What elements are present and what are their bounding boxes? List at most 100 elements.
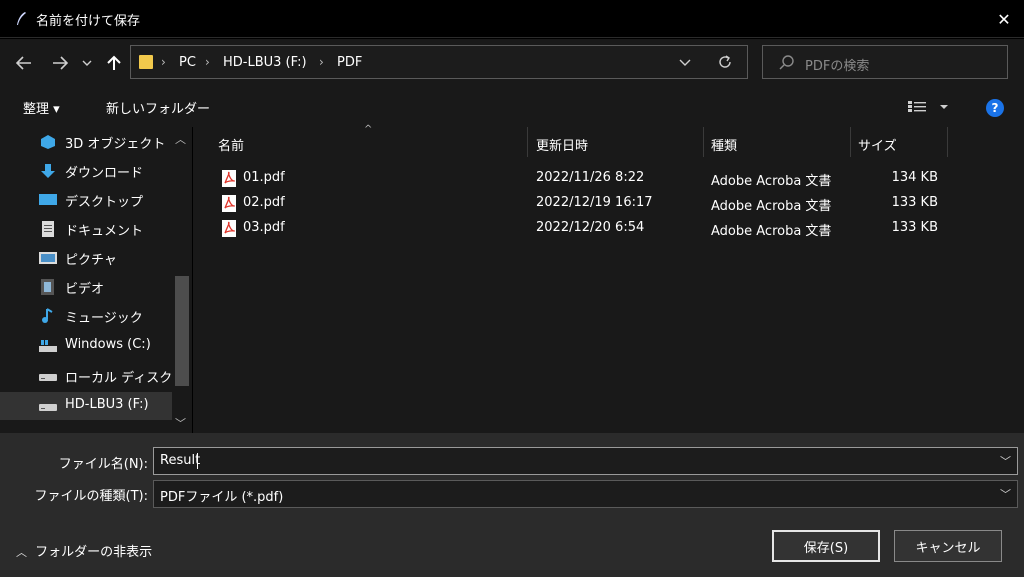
file-row[interactable]: 03.pdf 2022/12/20 6:54 Adobe Acroba 文書 1… [210, 217, 950, 241]
sidebar-item-label: 3D オブジェクト [65, 137, 166, 152]
sidebar-item-windows-c[interactable]: Windows (C:) [0, 332, 172, 360]
sidebar-item-label: HD-LBU3 (F:) [65, 397, 149, 412]
window-title: 名前を付けて保存 [36, 14, 141, 29]
breadcrumb-pc[interactable]: PC [179, 55, 196, 70]
back-button[interactable] [12, 51, 36, 75]
text-caret [197, 453, 198, 469]
desktop-icon [38, 192, 58, 208]
search-box[interactable]: PDFの検索 [762, 45, 1008, 79]
change-view-button[interactable] [906, 97, 952, 117]
sidebar-item-pictures[interactable]: ピクチャ [0, 244, 172, 272]
folder-icon [139, 54, 153, 70]
forward-button[interactable] [48, 51, 72, 75]
refresh-icon [719, 55, 731, 68]
file-row[interactable]: 01.pdf 2022/11/26 8:22 Adobe Acroba 文書 1… [210, 167, 950, 191]
filename-label: ファイル名(N): [58, 457, 148, 472]
file-date: 2022/12/20 6:54 [536, 220, 645, 235]
search-icon [779, 54, 795, 74]
cube-3d-icon [38, 134, 58, 150]
filetype-label: ファイルの種類(T): [34, 489, 148, 504]
breadcrumb-separator-icon: › [319, 55, 324, 69]
sidebar-item-videos[interactable]: ビデオ [0, 273, 172, 301]
up-button[interactable] [102, 51, 126, 75]
back-arrow-icon [16, 56, 31, 70]
file-size: 134 KB [891, 170, 938, 185]
column-header-date[interactable]: 更新日時 [536, 135, 588, 154]
cancel-button[interactable]: キャンセル [894, 530, 1002, 562]
file-type: Adobe Acroba 文書 [711, 224, 832, 239]
refresh-button[interactable] [717, 54, 733, 74]
breadcrumb-pdf[interactable]: PDF [337, 55, 362, 70]
chevron-down-icon [679, 59, 691, 66]
sidebar-item-label: ミュージック [65, 311, 143, 326]
file-name: 02.pdf [243, 195, 285, 210]
filename-field[interactable]: Result ﹀ [153, 447, 1018, 475]
help-button[interactable]: ? [986, 99, 1004, 117]
column-divider[interactable] [703, 127, 704, 157]
column-header-type[interactable]: 種類 [711, 135, 737, 154]
close-button[interactable]: ✕ [990, 6, 1018, 32]
breadcrumb-separator-icon: › [161, 55, 166, 69]
sidebar-item-music[interactable]: ミュージック [0, 302, 172, 330]
search-input[interactable]: PDFの検索 [805, 55, 869, 74]
pictures-icon [38, 250, 58, 266]
file-name: 03.pdf [243, 220, 285, 235]
forward-arrow-icon [53, 56, 68, 70]
download-arrow-icon [38, 163, 58, 179]
sort-ascending-icon: ^ [364, 124, 373, 135]
file-date: 2022/11/26 8:22 [536, 170, 645, 185]
quill-icon [14, 11, 28, 27]
sidebar-item-downloads[interactable]: ダウンロード [0, 157, 172, 185]
help-icon: ? [991, 101, 999, 115]
address-bar[interactable]: › PC › HD-LBU3 (F:) › PDF [130, 45, 748, 79]
music-note-icon [38, 308, 58, 324]
breadcrumb-drive[interactable]: HD-LBU3 (F:) [223, 55, 307, 70]
file-name: 01.pdf [243, 170, 285, 185]
column-divider[interactable] [947, 127, 948, 157]
scroll-down-icon[interactable]: ﹀ [175, 415, 186, 431]
document-icon [38, 221, 58, 237]
sidebar-item-hd-lbu3-f[interactable]: HD-LBU3 (F:) [0, 392, 172, 420]
hide-folders-button[interactable]: ︿ フォルダーの非表示 [16, 541, 152, 560]
drive-icon [38, 368, 58, 384]
sidebar-item-label: ドキュメント [65, 224, 144, 239]
sidebar-item-local-disk-d[interactable]: ローカル ディスク (D [0, 362, 191, 390]
pdf-file-icon [222, 195, 236, 212]
save-button[interactable]: 保存(S) [772, 530, 880, 562]
file-type: Adobe Acroba 文書 [711, 174, 832, 189]
recent-locations-button[interactable] [78, 51, 96, 75]
filename-value: Result [160, 453, 201, 468]
file-row[interactable]: 02.pdf 2022/12/19 16:17 Adobe Acroba 文書 … [210, 192, 950, 216]
sidebar-item-label: ビデオ [65, 282, 105, 297]
breadcrumb-separator-icon: › [205, 55, 210, 69]
pdf-file-icon [222, 170, 236, 187]
sidebar-item-documents[interactable]: ドキュメント [0, 215, 172, 243]
column-divider[interactable] [850, 127, 851, 157]
scrollbar-thumb[interactable] [175, 276, 189, 386]
organize-menu-button[interactable]: 整理 ▾ [23, 98, 60, 117]
pdf-file-icon [222, 220, 236, 237]
view-list-icon [908, 101, 948, 112]
close-icon: ✕ [997, 9, 1011, 29]
file-size: 133 KB [891, 195, 938, 210]
filetype-value: PDFファイル (*.pdf) [160, 490, 284, 505]
address-dropdown-button[interactable] [679, 54, 691, 74]
sidebar-item-label: ダウンロード [65, 166, 144, 181]
file-size: 133 KB [891, 220, 938, 235]
column-header-name[interactable]: 名前 [218, 135, 244, 154]
filetype-select[interactable]: PDFファイル (*.pdf) ﹀ [153, 480, 1018, 508]
file-type: Adobe Acroba 文書 [711, 199, 832, 214]
column-divider[interactable] [527, 127, 528, 157]
sidebar-item-label: デスクトップ [65, 195, 144, 210]
new-folder-button[interactable]: 新しいフォルダー [106, 98, 210, 117]
sidebar-item-desktop[interactable]: デスクトップ [0, 186, 172, 214]
sidebar-item-3d-objects[interactable]: 3D オブジェクト [0, 128, 172, 156]
scroll-up-icon[interactable]: ︿ [175, 131, 186, 147]
up-arrow-icon [107, 55, 121, 70]
drive-icon [38, 398, 58, 414]
chevron-up-icon: ︿ [16, 546, 27, 559]
windows-drive-icon [38, 338, 58, 354]
column-header-size[interactable]: サイズ [858, 135, 897, 154]
chevron-down-icon[interactable]: ﹀ [1000, 453, 1011, 469]
chevron-down-icon[interactable]: ﹀ [1000, 486, 1011, 502]
